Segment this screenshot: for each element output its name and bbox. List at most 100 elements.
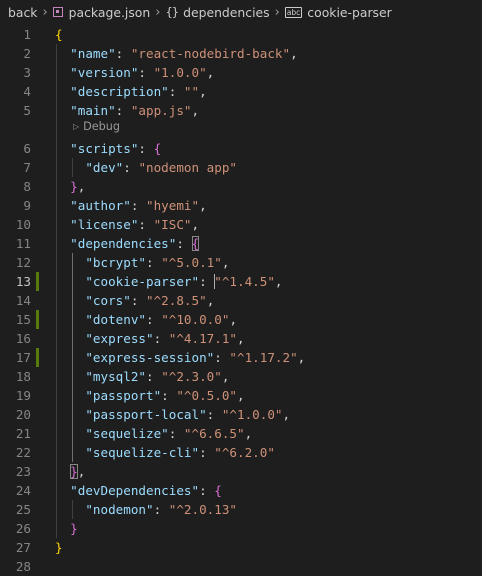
bracket: } bbox=[70, 179, 78, 194]
line-number: 15 bbox=[15, 312, 31, 327]
code-text: "scripts": { bbox=[55, 139, 161, 158]
json-string: "^6.6.5" bbox=[183, 426, 245, 441]
breadcrumb-symbol[interactable]: cookie-parser bbox=[307, 5, 391, 20]
punctuation bbox=[55, 274, 85, 289]
punctuation: , bbox=[206, 65, 215, 80]
code-line[interactable]: 25 "nodemon": "^2.0.13" bbox=[0, 500, 482, 519]
git-modified-indicator[interactable] bbox=[36, 310, 39, 329]
code-line[interactable]: 3 "version": "1.0.0", bbox=[0, 63, 482, 82]
punctuation bbox=[55, 388, 85, 403]
code-line[interactable]: 26 } bbox=[0, 519, 482, 538]
code-line[interactable]: 23 }, bbox=[0, 462, 482, 481]
json-key: "dependencies" bbox=[70, 236, 177, 251]
json-file-icon bbox=[52, 7, 63, 17]
line-number: 5 bbox=[23, 103, 31, 118]
code-text: "description": "", bbox=[55, 82, 207, 101]
code-line[interactable]: 4 "description": "", bbox=[0, 82, 482, 101]
punctuation bbox=[55, 160, 85, 175]
punctuation: : bbox=[161, 388, 177, 403]
code-line[interactable]: 21 "sequelize": "^6.6.5", bbox=[0, 424, 482, 443]
chevron-right-icon: › bbox=[42, 4, 48, 20]
punctuation bbox=[55, 217, 70, 232]
bracket: { bbox=[191, 236, 200, 251]
punctuation: : bbox=[146, 312, 162, 327]
json-string: "^2.8.5" bbox=[146, 293, 207, 308]
punctuation bbox=[55, 312, 85, 327]
code-editor[interactable]: ▷ Debug 1{2 "name": "react-nodebird-back"… bbox=[0, 22, 482, 574]
json-key: "cookie-parser" bbox=[85, 274, 200, 289]
punctuation bbox=[55, 445, 85, 460]
code-line[interactable]: 5 "main": "app.js", bbox=[0, 101, 482, 120]
code-text: "mysql2": "^2.3.0", bbox=[55, 367, 229, 386]
punctuation: , bbox=[229, 312, 238, 327]
punctuation bbox=[55, 84, 70, 99]
line-number: 7 bbox=[23, 160, 31, 175]
punctuation bbox=[55, 65, 70, 80]
bracket: { bbox=[214, 483, 222, 498]
punctuation: : bbox=[153, 331, 169, 346]
line-number: 12 bbox=[15, 255, 31, 270]
code-line[interactable]: 14 "cors": "^2.8.5", bbox=[0, 291, 482, 310]
punctuation bbox=[55, 141, 70, 156]
git-modified-indicator[interactable] bbox=[36, 272, 39, 291]
code-line[interactable]: 9 "author": "hyemi", bbox=[0, 196, 482, 215]
line-number: 14 bbox=[15, 293, 31, 308]
breadcrumb-file[interactable]: package.json bbox=[69, 5, 151, 20]
code-line[interactable]: 22 "sequelize-cli": "^6.2.0" bbox=[0, 443, 482, 462]
code-line[interactable]: 12 "bcrypt": "^5.0.1", bbox=[0, 253, 482, 272]
punctuation: : bbox=[123, 160, 139, 175]
punctuation bbox=[55, 350, 85, 365]
punctuation bbox=[55, 407, 85, 422]
line-number: 23 bbox=[15, 464, 31, 479]
punctuation: : bbox=[115, 46, 131, 61]
line-number: 13 bbox=[15, 274, 31, 289]
code-line[interactable]: 1{ bbox=[0, 25, 482, 44]
code-line[interactable]: 20 "passport-local": "^1.0.0", bbox=[0, 405, 482, 424]
json-key: "mysql2" bbox=[85, 369, 147, 384]
bracket: { bbox=[55, 27, 63, 42]
punctuation bbox=[55, 198, 70, 213]
code-line[interactable]: 2 "name": "react-nodebird-back", bbox=[0, 44, 482, 63]
code-line[interactable]: 6 "scripts": { bbox=[0, 139, 482, 158]
json-string: "nodemon app" bbox=[138, 160, 238, 175]
json-key: "version" bbox=[70, 65, 139, 80]
json-key: "passport" bbox=[85, 388, 162, 403]
code-line[interactable]: 15 "dotenv": "^10.0.0", bbox=[0, 310, 482, 329]
json-key: "passport-local" bbox=[85, 407, 207, 422]
breadcrumb-folder[interactable]: back bbox=[8, 5, 37, 20]
line-number: 28 bbox=[15, 559, 31, 574]
code-text: "sequelize": "^6.6.5", bbox=[55, 424, 252, 443]
json-string: "^10.0.0" bbox=[161, 312, 230, 327]
punctuation: : bbox=[138, 65, 154, 80]
punctuation: , bbox=[221, 369, 230, 384]
json-key: "name" bbox=[70, 46, 116, 61]
breadcrumb-section[interactable]: dependencies bbox=[183, 5, 270, 20]
json-string: "^2.0.13" bbox=[168, 502, 238, 517]
punctuation bbox=[55, 331, 85, 346]
json-string: "1.0.0" bbox=[153, 65, 207, 80]
line-number: 20 bbox=[15, 407, 31, 422]
code-text: } bbox=[55, 538, 63, 557]
chevron-right-icon: › bbox=[274, 4, 280, 20]
punctuation bbox=[55, 521, 70, 536]
code-text: "main": "app.js", bbox=[55, 101, 199, 120]
code-line[interactable]: 16 "express": "^4.17.1", bbox=[0, 329, 482, 348]
code-line[interactable]: 13 "cookie-parser": "^1.4.5", bbox=[0, 272, 482, 291]
punctuation: : bbox=[199, 274, 215, 289]
code-line[interactable]: 8 }, bbox=[0, 177, 482, 196]
punctuation: : bbox=[168, 426, 184, 441]
code-line[interactable]: 17 "express-session": "^1.17.2", bbox=[0, 348, 482, 367]
git-modified-indicator[interactable] bbox=[36, 348, 39, 367]
code-text: "nodemon": "^2.0.13" bbox=[55, 500, 237, 519]
code-text: "express-session": "^1.17.2", bbox=[55, 348, 305, 367]
code-line[interactable]: 18 "mysql2": "^2.3.0", bbox=[0, 367, 482, 386]
code-line[interactable]: 24 "devDependencies": { bbox=[0, 481, 482, 500]
punctuation: : bbox=[199, 445, 215, 460]
code-line[interactable]: 19 "passport": "^0.5.0", bbox=[0, 386, 482, 405]
punctuation: : bbox=[146, 369, 162, 384]
code-line[interactable]: 27} bbox=[0, 538, 482, 557]
code-line[interactable]: 11 "dependencies": { bbox=[0, 234, 482, 253]
code-line[interactable]: 7 "dev": "nodemon app" bbox=[0, 158, 482, 177]
code-line[interactable]: 28 bbox=[0, 557, 482, 576]
code-line[interactable]: 10 "license": "ISC", bbox=[0, 215, 482, 234]
